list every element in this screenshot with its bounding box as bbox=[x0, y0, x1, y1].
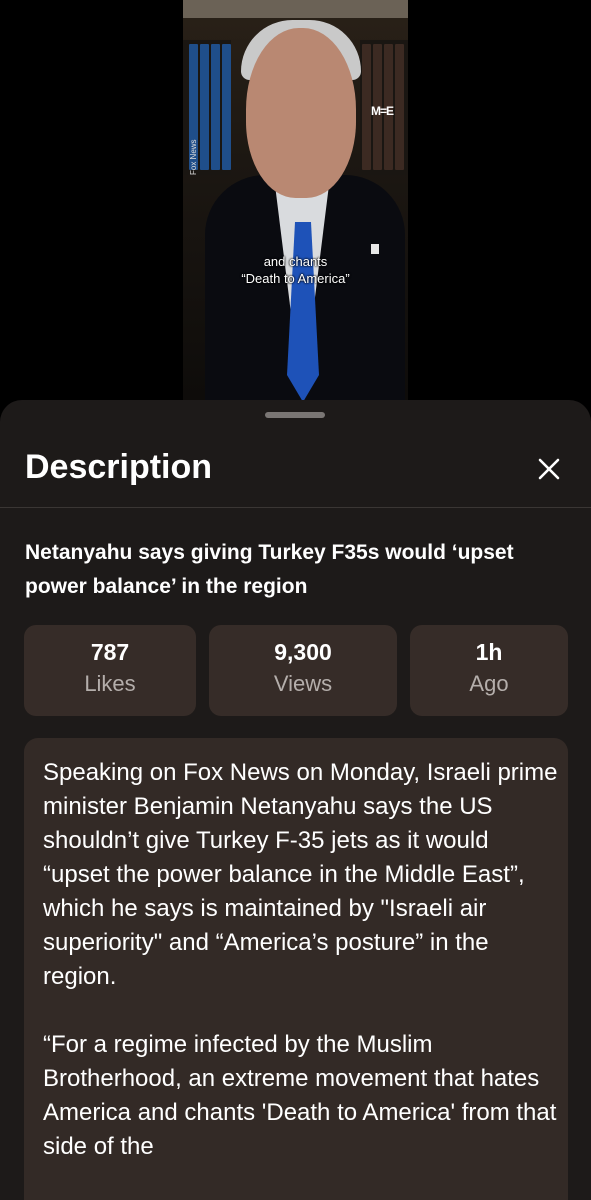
video-player[interactable]: M=E Fox News and chants “Death to Americ… bbox=[0, 0, 591, 420]
sheet-header: Description bbox=[0, 430, 591, 508]
source-credit: Fox News bbox=[189, 139, 198, 175]
sheet-title: Description bbox=[25, 448, 213, 486]
description-paragraph-2: “For a regime infected by the Muslim Bro… bbox=[43, 1031, 557, 1160]
description-text: Speaking on Fox News on Monday, Israeli … bbox=[43, 756, 558, 1198]
age-value: 1h bbox=[475, 639, 503, 665]
drag-handle[interactable] bbox=[265, 412, 325, 418]
stats-row: 787 Likes 9,300 Views 1h Ago bbox=[24, 625, 568, 717]
close-icon bbox=[538, 458, 560, 480]
video-caption: and chants “Death to America” bbox=[183, 253, 408, 287]
likes-count: 787 bbox=[90, 639, 130, 665]
description-paragraph-1: Speaking on Fox News on Monday, Israeli … bbox=[43, 759, 558, 990]
likes-label: Likes bbox=[84, 671, 136, 696]
stat-likes: 787 Likes bbox=[24, 625, 196, 716]
stat-views: 9,300 Views bbox=[209, 625, 397, 716]
age-label: Ago bbox=[469, 671, 509, 696]
description-box[interactable]: Speaking on Fox News on Monday, Israeli … bbox=[24, 738, 568, 1200]
caption-line-2: “Death to America” bbox=[241, 271, 350, 286]
caption-line-1: and chants bbox=[263, 254, 328, 269]
video-frame: M=E Fox News and chants “Death to Americ… bbox=[183, 0, 408, 400]
stat-age: 1h Ago bbox=[410, 625, 568, 716]
channel-watermark: M=E bbox=[371, 104, 394, 118]
close-button[interactable] bbox=[530, 450, 568, 488]
frame-top-bar bbox=[183, 0, 408, 18]
views-label: Views bbox=[273, 671, 333, 696]
description-sheet: Description Netanyahu says giving Turkey… bbox=[0, 400, 591, 1200]
video-headline: Netanyahu says giving Turkey F35s would … bbox=[25, 541, 514, 598]
views-count: 9,300 bbox=[274, 639, 332, 665]
speaker-face bbox=[246, 28, 356, 198]
